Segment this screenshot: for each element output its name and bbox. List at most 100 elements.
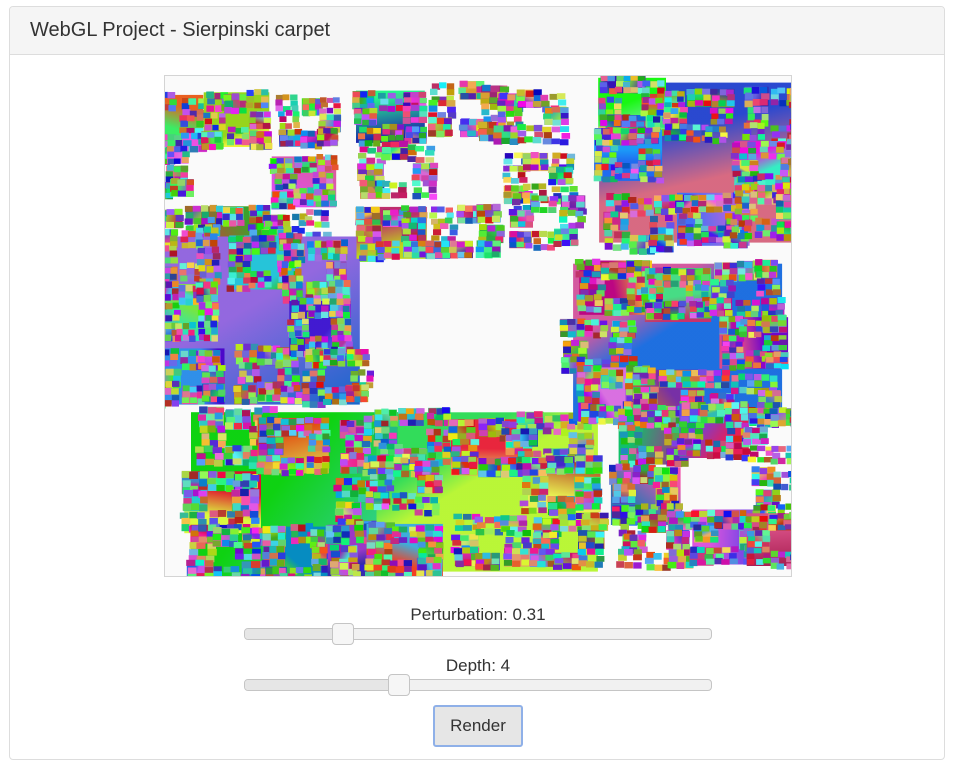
carpet-cell [645,302,653,309]
carpet-cell [682,544,690,551]
carpet-cell [360,396,368,403]
carpet-cell [428,541,437,548]
carpet-cell [647,367,656,374]
carpet-cell [383,252,392,259]
carpet-cell [687,240,695,247]
carpet-cell [578,535,587,542]
carpet-cell [412,126,420,133]
carpet-cell [650,386,659,393]
carpet-cell [404,97,412,104]
carpet-cell [701,525,710,532]
carpet-cell [180,236,189,243]
carpet-cell [190,397,198,404]
carpet-cell [623,349,632,355]
carpet-cell [181,132,189,139]
carpet-cell [577,433,586,440]
carpet-cell [598,411,607,418]
carpet-cell [418,132,426,139]
perturbation-slider[interactable] [244,623,712,645]
carpet-cell [449,224,459,230]
carpet-cell [340,459,348,466]
carpet-cell [710,119,719,125]
carpet-cell [576,324,585,330]
carpet-cell [520,428,530,435]
carpet-cell [628,356,638,362]
carpet-cell [396,134,404,141]
carpet-cell [762,546,770,553]
carpet-cell [652,126,661,133]
carpet-cell [260,102,269,109]
carpet-cell [561,118,569,125]
carpet-cell [479,430,488,436]
carpet-cell [788,471,791,477]
carpet-cell [460,535,469,541]
carpet-cell [363,415,373,423]
carpet-cell [675,511,684,518]
carpet-cell [275,184,284,190]
carpet-cell [739,537,748,544]
carpet-cell [696,312,704,318]
carpet-cell [680,107,688,113]
carpet-cell [641,515,649,522]
carpet-cell [315,434,324,441]
carpet-cell [227,277,235,285]
carpet-cell [730,243,739,249]
render-button[interactable]: Render [433,705,523,747]
carpet-cell [217,471,226,479]
carpet-cell [503,177,512,183]
carpet-cell [393,470,402,477]
carpet-cell [251,553,261,560]
carpet-cell [761,315,770,322]
carpet-cell [654,171,663,178]
webgl-canvas[interactable] [164,75,792,577]
perturbation-slider-handle[interactable] [332,623,354,645]
carpet-cell [666,511,676,518]
carpet-cell [330,298,337,305]
carpet-cell [293,385,301,392]
carpet-cell [369,528,378,534]
carpet-cell [656,109,664,116]
carpet-cell [263,136,272,144]
carpet-cell [636,138,644,144]
carpet-cell [499,92,509,100]
carpet-cell [757,284,766,291]
carpet-cell [650,81,659,88]
carpet-cell [759,99,768,106]
carpet-cell [555,455,565,462]
carpet-cell [241,561,251,569]
carpet-cell [213,350,221,356]
carpet-cell [426,253,435,260]
carpet-cell [746,387,755,395]
carpet-cell [651,132,659,138]
carpet-cell [566,158,575,165]
depth-slider-handle[interactable] [388,674,410,696]
carpet-cell [324,393,333,400]
carpet-cell [279,573,288,576]
carpet-cell [560,186,569,193]
carpet-cell [399,153,409,160]
carpet-cell [466,432,476,440]
depth-slider[interactable] [244,674,712,696]
carpet-cell [258,417,266,424]
carpet-cell [250,271,258,277]
carpet-cell [431,235,440,241]
carpet-cell [559,519,569,526]
carpet-cell [753,374,762,381]
carpet-cell [563,563,572,569]
carpet-cell [648,526,657,533]
carpet-cell [432,530,442,538]
carpet-cell [180,275,188,282]
carpet-cell [778,326,788,333]
carpet-cell [641,287,648,294]
carpet-cell [726,113,734,119]
carpet-cell [368,119,377,126]
carpet-cell [226,139,234,146]
carpet-cell [528,507,537,514]
carpet-cell [241,398,250,405]
carpet-cell [437,117,445,125]
carpet-cell [664,235,673,242]
carpet-cell [373,134,382,141]
carpet-cell [509,237,517,243]
carpet-cell [222,213,230,221]
carpet-cell [689,301,697,307]
